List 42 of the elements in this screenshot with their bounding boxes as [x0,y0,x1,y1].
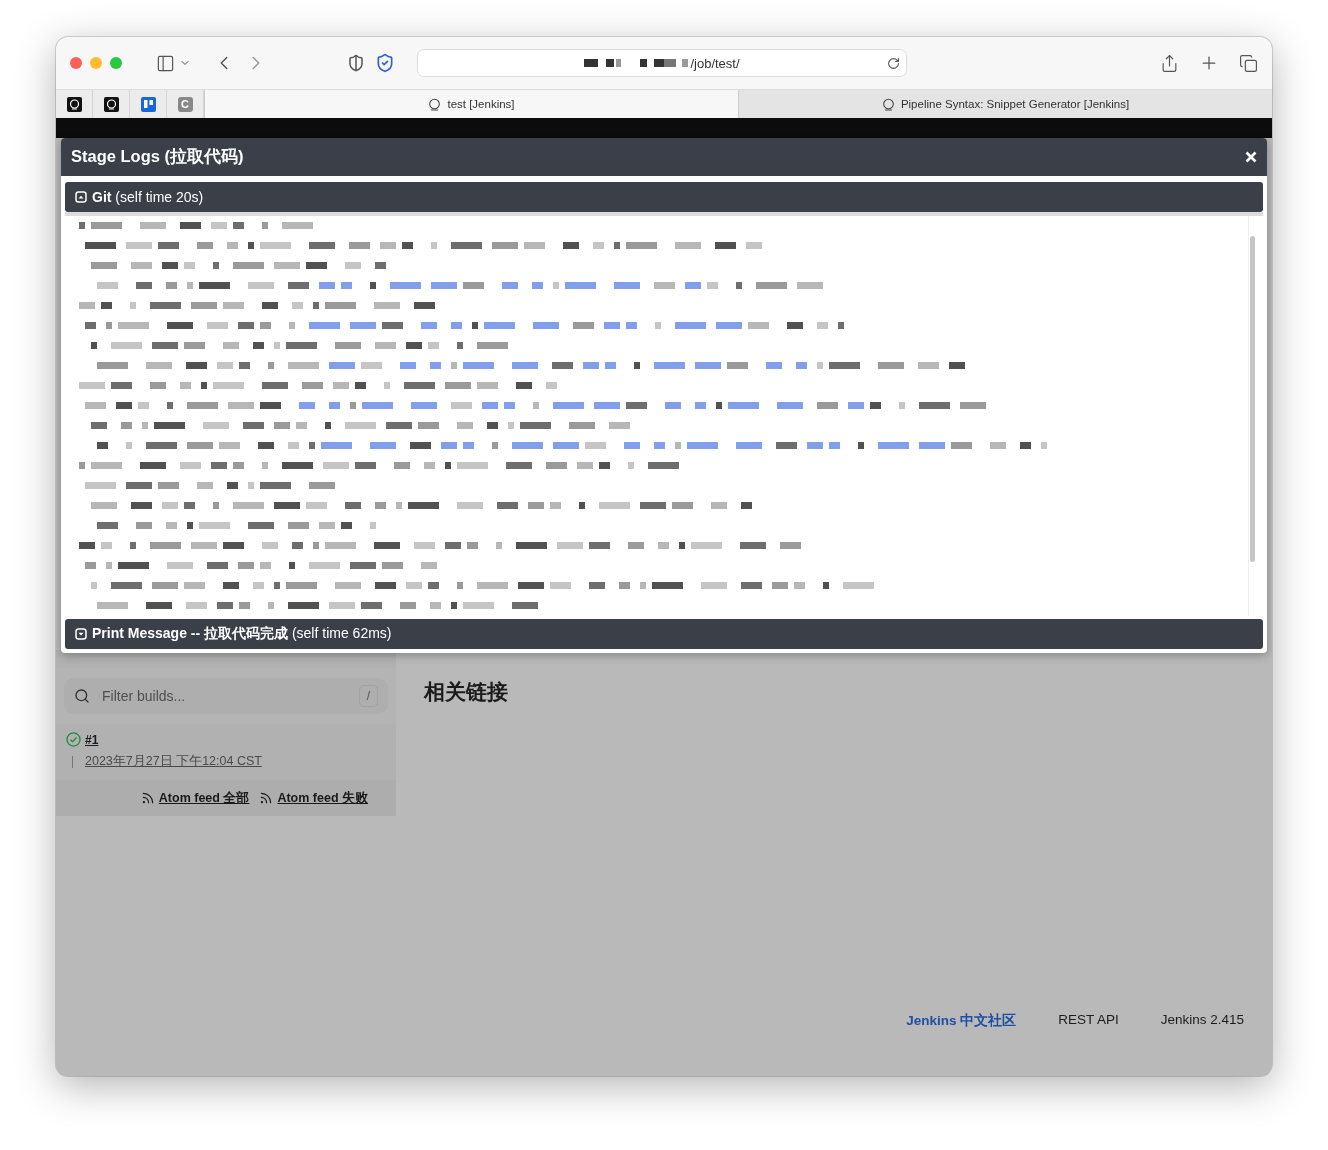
sidebar-toggle-icon[interactable] [156,53,175,73]
atom-feed-link[interactable]: Atom feed 全部 [140,789,250,807]
section-heading: 相关链接 [424,679,508,705]
filter-input[interactable]: Filter builds... [100,687,349,705]
butler-icon [428,97,442,111]
browser-tab[interactable]: test [Jenkins] [204,90,738,118]
rss-icon [140,791,155,805]
community-link[interactable]: Jenkins 中文社区 [906,1012,1017,1030]
log-section-header[interactable]: Print Message -- 拉取代码完成 (self time 62ms) [65,619,1263,649]
build-number-link[interactable]: #1 [85,732,99,747]
section-title: Print Message -- 拉取代码完成 (self time 62ms) [92,625,392,643]
butler-icon [881,97,895,111]
shortcut-key: / [358,685,378,707]
log-section-header[interactable]: Git (self time 20s) [65,182,1263,212]
footer-link[interactable]: Jenkins 2.415 [1160,1012,1244,1027]
board-icon [140,96,156,112]
expand-icon [75,628,87,640]
section-title: Git (self time 20s) [92,189,204,205]
share-icon[interactable] [1160,53,1179,73]
rss-icon [259,791,274,805]
close-button[interactable] [1245,151,1257,163]
address-bar[interactable]: /job/test/ [417,49,907,77]
butler-icon [103,96,119,112]
search-icon [74,688,90,704]
butler-icon [66,96,82,112]
pinned-tab[interactable]: C [167,90,204,118]
collapse-icon [75,191,87,203]
dialog-title: Stage Logs (拉取代码) [71,146,244,167]
footer-link[interactable]: REST API [1058,1012,1119,1027]
shield-icon[interactable] [347,54,365,72]
letter-icon: C [177,96,193,112]
build-time-link[interactable]: 2023年7月27日 下午12:04 CST [85,753,262,770]
close-window-button[interactable] [70,57,82,69]
reload-icon[interactable] [887,56,900,70]
tab-overview-icon[interactable] [1239,53,1258,73]
scrollbar-thumb[interactable] [1250,236,1255,562]
pinned-tab[interactable] [56,90,93,118]
filter-builds-field[interactable]: Filter builds... / [64,678,388,714]
shield-check-icon[interactable] [375,53,395,73]
pinned-tab[interactable] [93,90,130,118]
url-text: /job/test/ [690,55,740,71]
atom-feed-link[interactable]: Atom feed 失败 [259,789,368,807]
